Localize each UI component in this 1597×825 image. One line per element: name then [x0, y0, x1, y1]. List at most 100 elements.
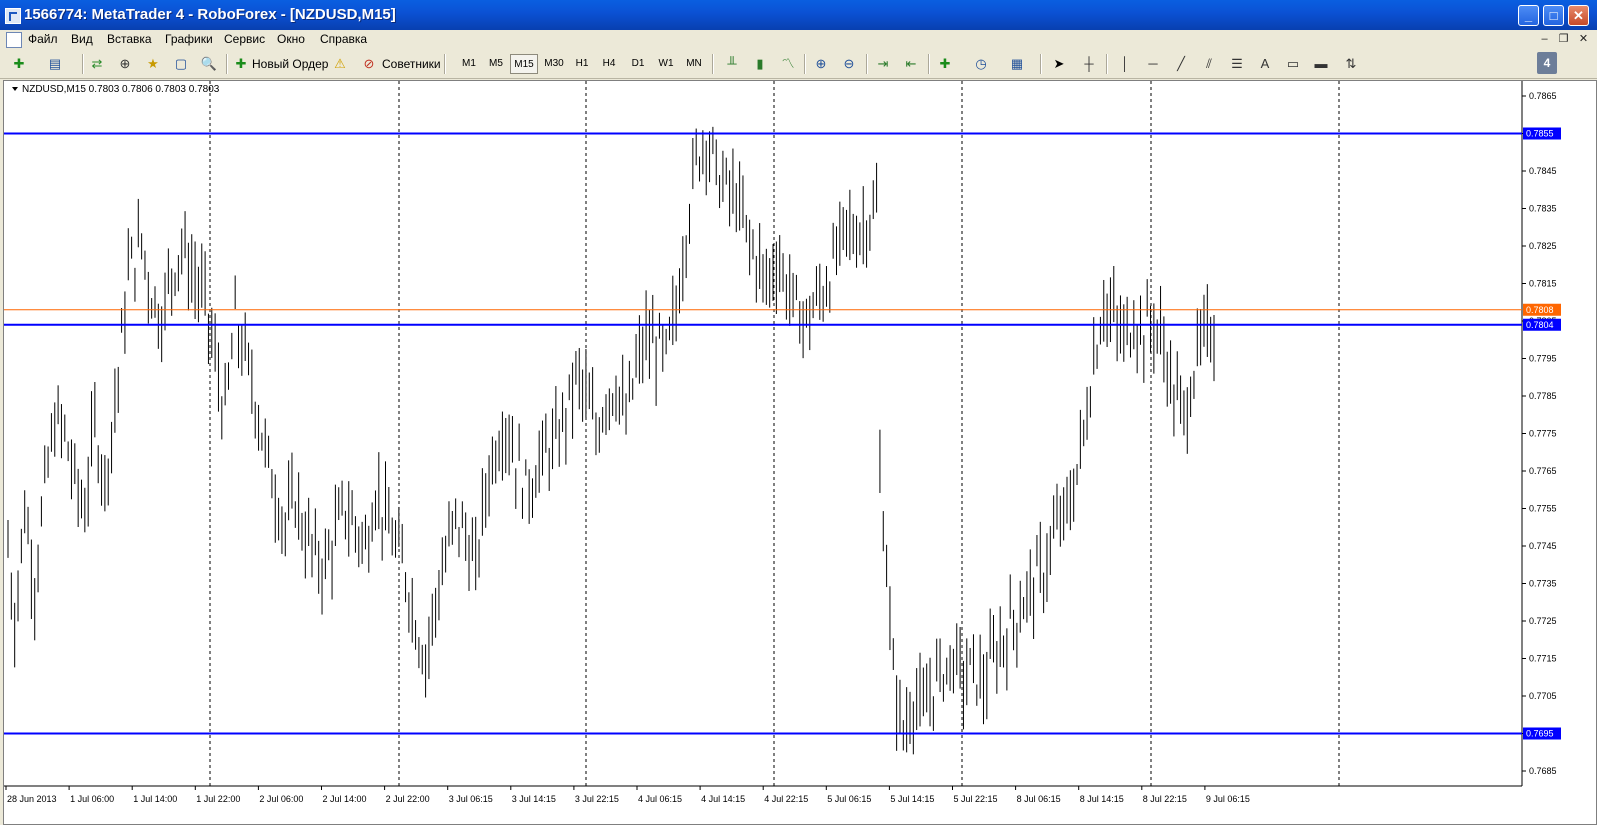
- fibonacci-icon[interactable]: ☰: [1228, 55, 1246, 73]
- time-tick-label: 4 Jul 14:15: [701, 794, 745, 804]
- timeframe-h1[interactable]: H1: [571, 54, 593, 74]
- zoom-out-icon[interactable]: ⊖: [840, 55, 858, 73]
- price-tick-label: 0.7755: [1529, 504, 1557, 514]
- menu-view[interactable]: Вид: [71, 32, 93, 46]
- time-tick-label: 2 Jul 14:00: [323, 794, 367, 804]
- price-label: 0.7804: [1526, 320, 1554, 330]
- timeframe-m1[interactable]: M1: [458, 54, 480, 74]
- time-tick-label: 3 Jul 14:15: [512, 794, 556, 804]
- zoom-in-icon[interactable]: ⊕: [812, 55, 830, 73]
- autotrading-warning-icon[interactable]: ⚠: [331, 55, 349, 73]
- minimize-icon: _: [1524, 8, 1533, 23]
- time-tick-label: 8 Jul 06:15: [1017, 794, 1061, 804]
- title-bar: 1566774: MetaTrader 4 - RoboForex - [NZD…: [0, 0, 1597, 30]
- window-title: 1566774: MetaTrader 4 - RoboForex - [NZD…: [24, 6, 396, 23]
- chart-menu-arrow-icon[interactable]: [12, 87, 18, 91]
- maximize-icon: □: [1549, 8, 1558, 23]
- close-button[interactable]: ✕: [1568, 5, 1589, 26]
- new-order-button[interactable]: Новый Ордер: [252, 57, 328, 71]
- mdi-restore-button[interactable]: ❐: [1556, 32, 1571, 47]
- experts-button[interactable]: Советники: [382, 57, 441, 71]
- price-tick-label: 0.7845: [1529, 166, 1557, 176]
- templates-icon[interactable]: ▦: [1008, 55, 1026, 73]
- new-order-icon[interactable]: ✚: [232, 55, 250, 73]
- price-chart[interactable]: NZDUSD,M15 0.7803 0.7806 0.7803 0.7803 2…: [4, 81, 1596, 824]
- timeframe-m5[interactable]: M5: [485, 54, 507, 74]
- auto-scroll-icon[interactable]: ⇥: [874, 55, 892, 73]
- price-tick-label: 0.7775: [1529, 429, 1557, 439]
- toolbar-separator: [444, 54, 446, 74]
- crosshair-icon[interactable]: ┼: [1080, 55, 1098, 73]
- toolbar-separator: [712, 54, 714, 74]
- more-objects-icon[interactable]: ⇅: [1342, 55, 1360, 73]
- time-tick-label: 5 Jul 14:15: [890, 794, 934, 804]
- bar-chart-icon[interactable]: ╨: [723, 55, 741, 73]
- market-watch-icon[interactable]: ⇄: [88, 55, 106, 73]
- navigator-icon[interactable]: ★: [144, 55, 162, 73]
- toolbar-separator: [804, 54, 806, 74]
- maximize-button[interactable]: □: [1543, 5, 1564, 26]
- toolbar-separator: [1040, 54, 1042, 74]
- time-tick-label: 4 Jul 22:15: [764, 794, 808, 804]
- mdi-close-button[interactable]: ✕: [1576, 32, 1591, 47]
- time-tick-label: 1 Jul 22:00: [196, 794, 240, 804]
- new-chart-icon[interactable]: ✚: [10, 55, 28, 73]
- data-window-icon[interactable]: ⊕: [116, 55, 134, 73]
- experts-icon[interactable]: ⊘: [360, 55, 378, 73]
- timeframe-mn[interactable]: MN: [682, 54, 706, 74]
- menu-tools[interactable]: Сервис: [224, 32, 265, 46]
- timeframe-h4[interactable]: H4: [598, 54, 620, 74]
- terminal-icon[interactable]: ▢: [172, 55, 190, 73]
- text-label-icon[interactable]: ▭: [1284, 55, 1302, 73]
- timeframe-w1[interactable]: W1: [655, 54, 677, 74]
- text-tool-icon[interactable]: A: [1256, 55, 1274, 73]
- toolbar-separator: [226, 54, 228, 74]
- price-tick-label: 0.7725: [1529, 616, 1557, 626]
- indicators-icon[interactable]: ✚: [936, 55, 954, 73]
- app-icon: [5, 8, 21, 24]
- time-tick-label: 28 Jun 2013: [7, 794, 57, 804]
- strategy-tester-icon[interactable]: 🔍: [200, 55, 218, 73]
- line-chart-icon[interactable]: 〽: [779, 55, 797, 73]
- cursor-icon[interactable]: ➤: [1050, 55, 1068, 73]
- chart-window-icon[interactable]: [6, 32, 22, 48]
- menu-bar: Файл Вид Вставка Графики Сервис Окно Спр…: [0, 30, 1597, 51]
- toolbar-separator: [866, 54, 868, 74]
- profiles-icon[interactable]: ▤: [46, 55, 64, 73]
- time-tick-label: 1 Jul 06:00: [70, 794, 114, 804]
- menu-window[interactable]: Окно: [277, 32, 305, 46]
- toolbar-separator: [928, 54, 930, 74]
- time-tick-label: 2 Jul 22:00: [386, 794, 430, 804]
- arrows-icon[interactable]: ▬: [1312, 55, 1330, 73]
- time-tick-label: 1 Jul 14:00: [133, 794, 177, 804]
- menu-file[interactable]: Файл: [28, 32, 58, 46]
- time-tick-label: 8 Jul 22:15: [1143, 794, 1187, 804]
- price-tick-label: 0.7865: [1529, 91, 1557, 101]
- time-tick-label: 3 Jul 22:15: [575, 794, 619, 804]
- chart-window[interactable]: NZDUSD,M15 0.7803 0.7806 0.7803 0.7803 2…: [3, 80, 1597, 825]
- vertical-line-icon[interactable]: │: [1116, 55, 1134, 73]
- time-tick-label: 3 Jul 06:15: [449, 794, 493, 804]
- timeframe-d1[interactable]: D1: [627, 54, 649, 74]
- time-tick-label: 5 Jul 22:15: [954, 794, 998, 804]
- timeframe-m30[interactable]: M30: [540, 54, 568, 74]
- menu-charts[interactable]: Графики: [165, 32, 213, 46]
- candlestick-chart-icon[interactable]: ▮: [751, 55, 769, 73]
- minimize-button[interactable]: _: [1518, 5, 1539, 26]
- time-tick-label: 9 Jul 06:15: [1206, 794, 1250, 804]
- trendline-icon[interactable]: ╱: [1172, 55, 1190, 73]
- toolbar-separator: [82, 54, 84, 74]
- equidistant-channel-icon[interactable]: ⫽: [1200, 55, 1218, 73]
- price-tick-label: 0.7705: [1529, 691, 1557, 701]
- timeframe-m15[interactable]: M15: [510, 54, 538, 74]
- mdi-minimize-button[interactable]: –: [1537, 32, 1552, 47]
- price-tick-label: 0.7715: [1529, 654, 1557, 664]
- horizontal-line-icon[interactable]: ─: [1144, 55, 1162, 73]
- menu-help[interactable]: Справка: [320, 32, 367, 46]
- price-tick-label: 0.7765: [1529, 466, 1557, 476]
- price-tick-label: 0.7835: [1529, 204, 1557, 214]
- menu-insert[interactable]: Вставка: [107, 32, 152, 46]
- chart-shift-icon[interactable]: ⇤: [902, 55, 920, 73]
- periods-icon[interactable]: ◷: [972, 55, 990, 73]
- tab-number-badge[interactable]: 4: [1537, 52, 1557, 74]
